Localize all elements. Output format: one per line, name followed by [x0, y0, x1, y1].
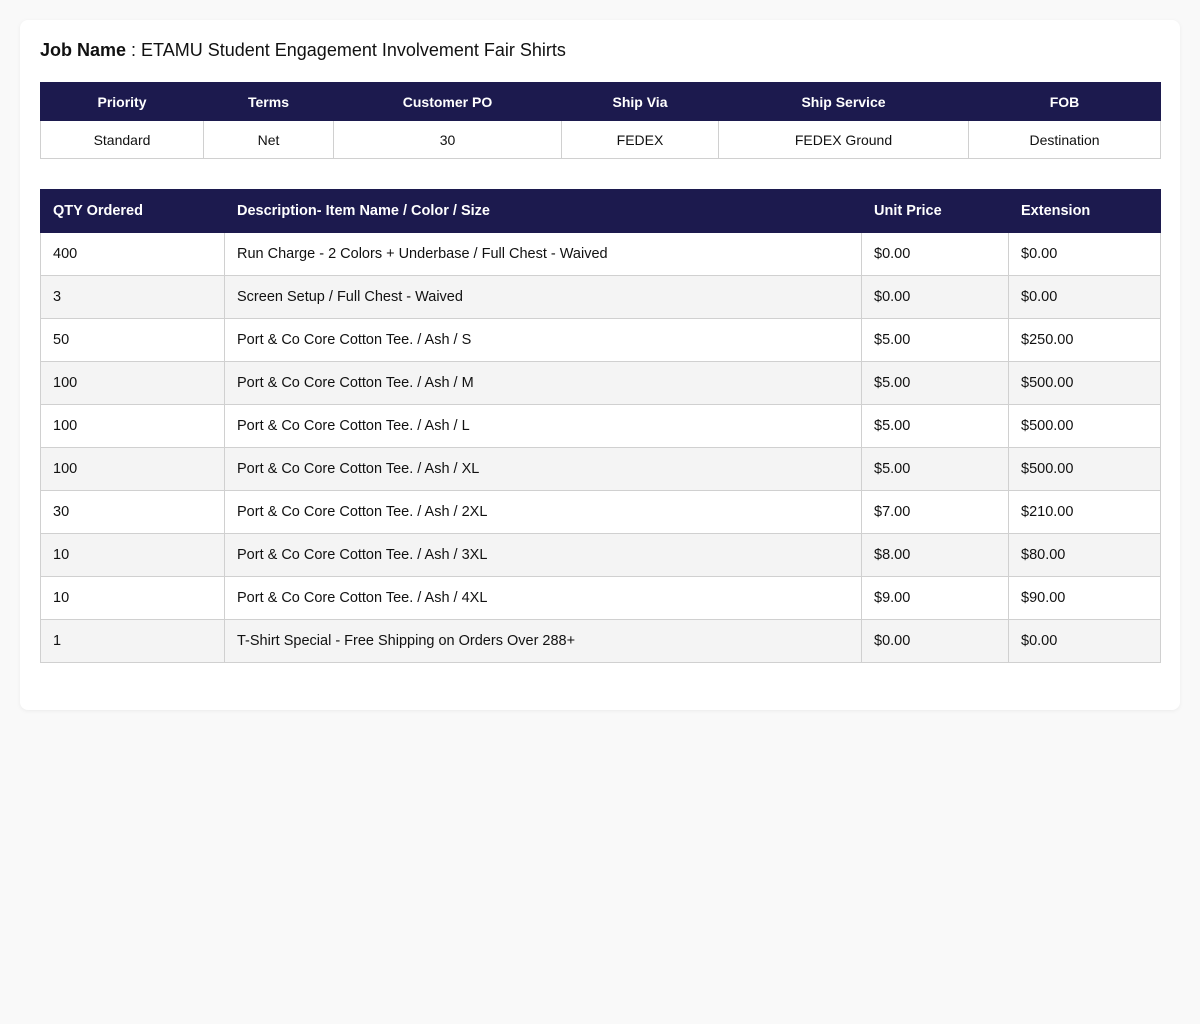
description-cell: Screen Setup / Full Chest - Waived	[224, 275, 862, 319]
job-name-value: ETAMU Student Engagement Involvement Fai…	[141, 40, 566, 60]
table-row: 400 Run Charge - 2 Colors + Underbase / …	[40, 232, 1161, 276]
unit-price-cell: $5.00	[861, 447, 1009, 491]
qty-cell: 3	[40, 275, 225, 319]
table-row: 10 Port & Co Core Cotton Tee. / Ash / 3X…	[40, 533, 1161, 577]
line-items-header-row: QTY Ordered Description- Item Name / Col…	[40, 189, 1161, 233]
extension-cell: $0.00	[1008, 275, 1161, 319]
header-fob: FOB	[968, 82, 1161, 121]
header-qty-ordered: QTY Ordered	[40, 189, 225, 233]
unit-price-cell: $9.00	[861, 576, 1009, 620]
qty-cell: 1	[40, 619, 225, 663]
ship-via-value: FEDEX	[561, 120, 719, 159]
extension-cell: $500.00	[1008, 404, 1161, 448]
extension-cell: $0.00	[1008, 619, 1161, 663]
extension-cell: $80.00	[1008, 533, 1161, 577]
header-extension: Extension	[1008, 189, 1161, 233]
job-name-line: Job Name : ETAMU Student Engagement Invo…	[40, 38, 1160, 62]
description-cell: Port & Co Core Cotton Tee. / Ash / 4XL	[224, 576, 862, 620]
qty-cell: 100	[40, 361, 225, 405]
header-ship-via: Ship Via	[561, 82, 719, 121]
order-info-value-row: Standard Net 30 FEDEX FEDEX Ground Desti…	[40, 120, 1161, 159]
description-cell: Port & Co Core Cotton Tee. / Ash / 2XL	[224, 490, 862, 534]
order-card: Job Name : ETAMU Student Engagement Invo…	[20, 20, 1180, 710]
description-cell: Run Charge - 2 Colors + Underbase / Full…	[224, 232, 862, 276]
extension-cell: $500.00	[1008, 361, 1161, 405]
table-row: 100 Port & Co Core Cotton Tee. / Ash / M…	[40, 361, 1161, 405]
header-customer-po: Customer PO	[333, 82, 562, 121]
table-row: 30 Port & Co Core Cotton Tee. / Ash / 2X…	[40, 490, 1161, 534]
table-row: 10 Port & Co Core Cotton Tee. / Ash / 4X…	[40, 576, 1161, 620]
extension-cell: $500.00	[1008, 447, 1161, 491]
unit-price-cell: $0.00	[861, 275, 1009, 319]
description-cell: Port & Co Core Cotton Tee. / Ash / L	[224, 404, 862, 448]
header-description: Description- Item Name / Color / Size	[224, 189, 862, 233]
qty-cell: 10	[40, 576, 225, 620]
extension-cell: $0.00	[1008, 232, 1161, 276]
unit-price-cell: $0.00	[861, 619, 1009, 663]
table-row: 3 Screen Setup / Full Chest - Waived $0.…	[40, 275, 1161, 319]
order-info-table: Priority Terms Customer PO Ship Via Ship…	[40, 82, 1161, 159]
table-row: 100 Port & Co Core Cotton Tee. / Ash / X…	[40, 447, 1161, 491]
order-info-header-row: Priority Terms Customer PO Ship Via Ship…	[40, 82, 1161, 121]
extension-cell: $250.00	[1008, 318, 1161, 362]
customer-po-value: 30	[333, 120, 562, 159]
line-items-table: QTY Ordered Description- Item Name / Col…	[40, 189, 1161, 663]
description-cell: T-Shirt Special - Free Shipping on Order…	[224, 619, 862, 663]
qty-cell: 30	[40, 490, 225, 534]
extension-cell: $90.00	[1008, 576, 1161, 620]
qty-cell: 10	[40, 533, 225, 577]
unit-price-cell: $5.00	[861, 318, 1009, 362]
priority-value: Standard	[40, 120, 204, 159]
qty-cell: 400	[40, 232, 225, 276]
description-cell: Port & Co Core Cotton Tee. / Ash / XL	[224, 447, 862, 491]
table-row: 1 T-Shirt Special - Free Shipping on Ord…	[40, 619, 1161, 663]
job-name-label: Job Name	[40, 40, 127, 60]
unit-price-cell: $8.00	[861, 533, 1009, 577]
header-priority: Priority	[40, 82, 204, 121]
description-cell: Port & Co Core Cotton Tee. / Ash / S	[224, 318, 862, 362]
qty-cell: 100	[40, 404, 225, 448]
unit-price-cell: $5.00	[861, 361, 1009, 405]
terms-value: Net	[203, 120, 334, 159]
ship-service-value: FEDEX Ground	[718, 120, 969, 159]
description-cell: Port & Co Core Cotton Tee. / Ash / M	[224, 361, 862, 405]
fob-value: Destination	[968, 120, 1161, 159]
table-row: 50 Port & Co Core Cotton Tee. / Ash / S …	[40, 318, 1161, 362]
header-unit-price: Unit Price	[861, 189, 1009, 233]
header-terms: Terms	[203, 82, 334, 121]
unit-price-cell: $0.00	[861, 232, 1009, 276]
job-name-separator: :	[126, 40, 142, 60]
unit-price-cell: $5.00	[861, 404, 1009, 448]
description-cell: Port & Co Core Cotton Tee. / Ash / 3XL	[224, 533, 862, 577]
extension-cell: $210.00	[1008, 490, 1161, 534]
qty-cell: 50	[40, 318, 225, 362]
table-row: 100 Port & Co Core Cotton Tee. / Ash / L…	[40, 404, 1161, 448]
qty-cell: 100	[40, 447, 225, 491]
unit-price-cell: $7.00	[861, 490, 1009, 534]
header-ship-service: Ship Service	[718, 82, 969, 121]
